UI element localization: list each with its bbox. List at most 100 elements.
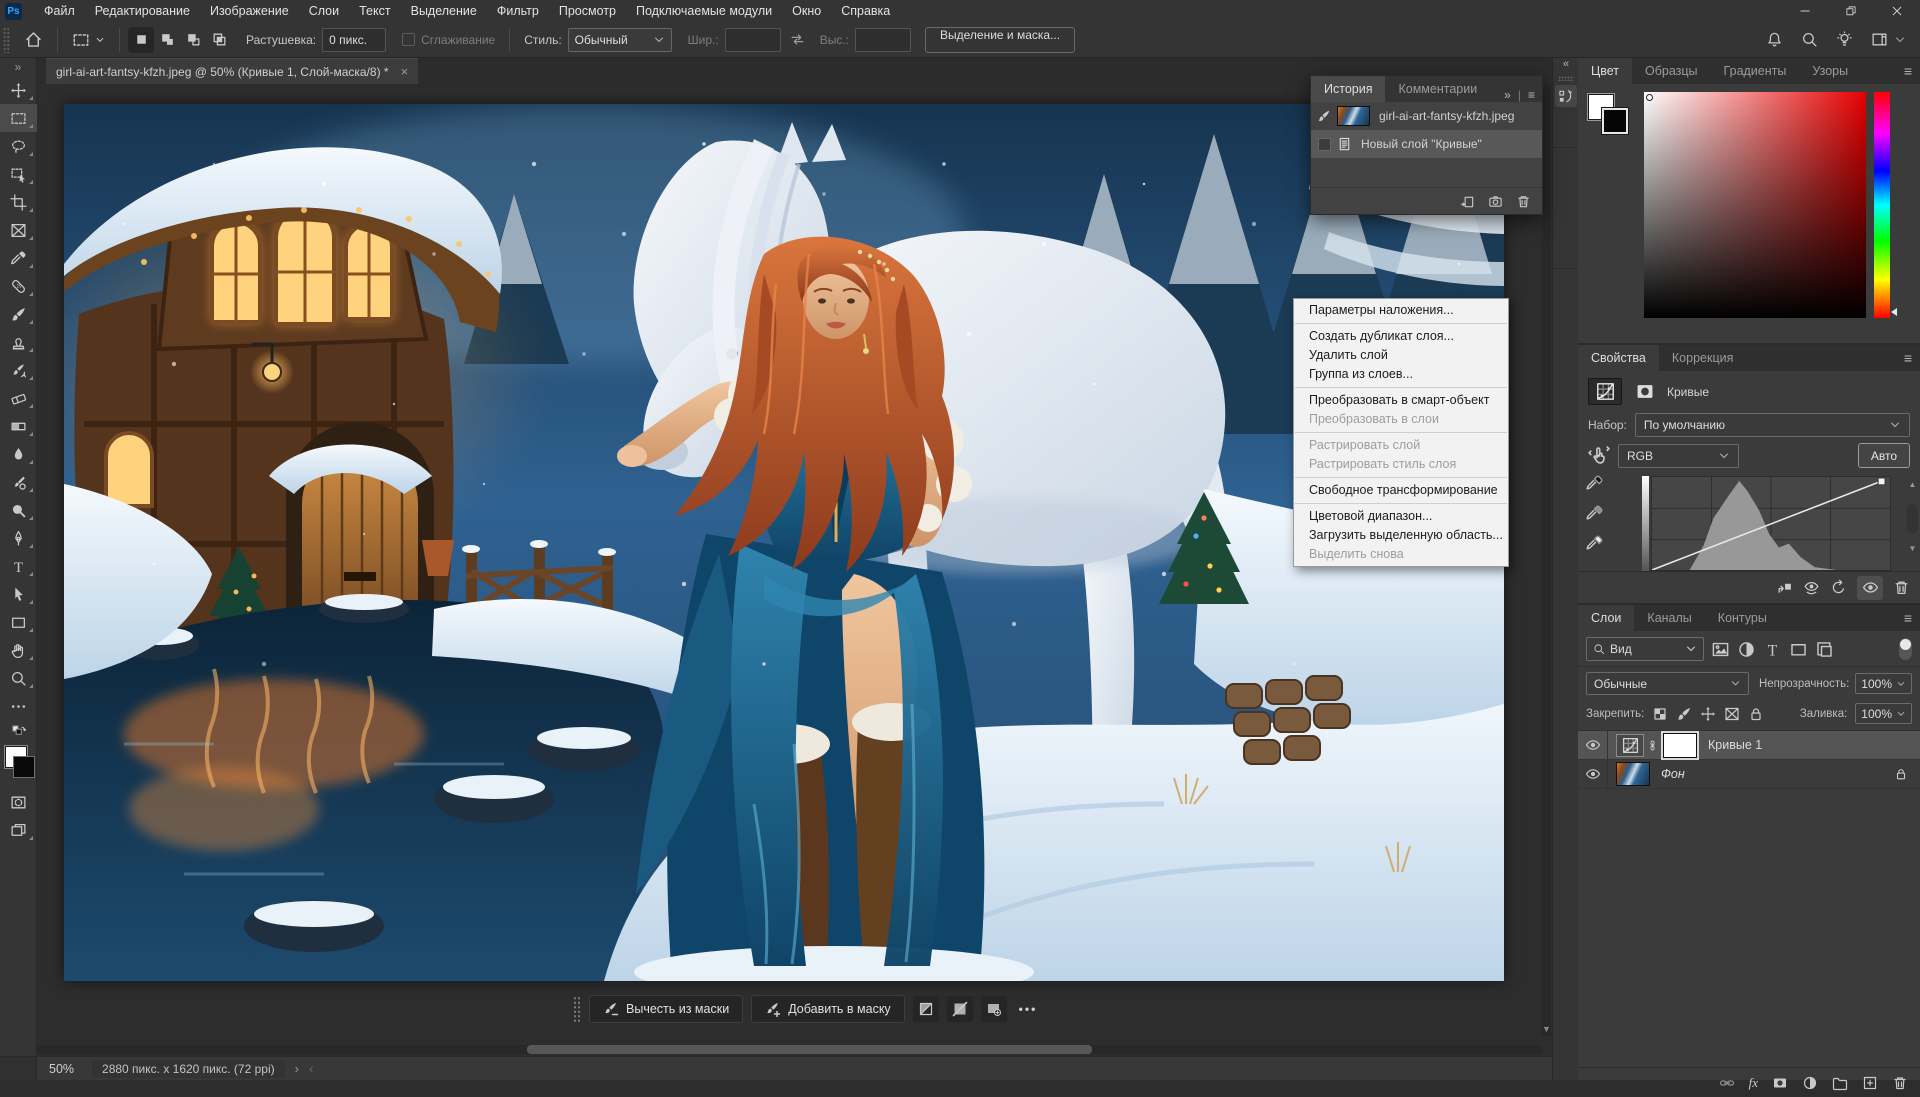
invert-mask-button[interactable] (913, 996, 939, 1022)
menu-Справка[interactable]: Справка (831, 0, 900, 22)
tab-paths[interactable]: Контуры (1705, 605, 1780, 631)
add-mask-icon[interactable] (1772, 1075, 1788, 1091)
more-tools-button[interactable] (0, 692, 37, 720)
color-picker-marker[interactable] (1646, 94, 1653, 101)
stamp-tool[interactable] (0, 328, 37, 356)
zoom-level[interactable]: 50% (49, 1062, 74, 1076)
width-input[interactable] (725, 28, 781, 52)
curves-layer-thumbnail[interactable] (1616, 734, 1644, 757)
layer-visibility-toggle[interactable] (1578, 760, 1608, 788)
layer-style-fx-icon[interactable]: fx (1749, 1075, 1758, 1091)
lock-transparency-icon[interactable] (1652, 706, 1668, 722)
tab-color[interactable]: Цвет (1578, 58, 1632, 84)
menu-Слои[interactable]: Слои (299, 0, 349, 22)
notifications-bell-icon[interactable] (1766, 31, 1783, 48)
new-group-icon[interactable] (1832, 1075, 1848, 1091)
status-chevron-left[interactable]: ‹ (309, 1061, 313, 1076)
tab-close-icon[interactable]: × (401, 64, 409, 79)
filter-toggle[interactable] (1899, 638, 1912, 660)
more-options-button[interactable]: ••• (1015, 1002, 1042, 1016)
panel-menu-icon[interactable]: ≡ (1904, 58, 1912, 84)
filter-type-layers-icon[interactable]: T (1763, 640, 1782, 659)
layer-visibility-button[interactable] (1857, 576, 1883, 600)
eraser-tool[interactable] (0, 384, 37, 412)
selection-mode-intersect[interactable] (206, 27, 232, 53)
histbrush-tool[interactable] (0, 356, 37, 384)
context-menu-item[interactable]: Свободное трансформирование (1294, 481, 1508, 500)
preset-select[interactable]: По умолчанию (1635, 413, 1910, 437)
horizontal-scrollbar[interactable] (37, 1045, 1542, 1054)
white-point-eyedropper-icon[interactable] (1585, 534, 1604, 553)
tab-history[interactable]: История (1311, 76, 1385, 102)
link-layers-icon[interactable] (1719, 1075, 1735, 1091)
context-menu-item[interactable]: Цветовой диапазон... (1294, 507, 1508, 526)
quick-mask-button[interactable] (0, 788, 37, 816)
restore-button[interactable] (1828, 0, 1874, 22)
panel-menu-icon[interactable]: ≡ (1528, 88, 1535, 102)
filter-pixel-layers-icon[interactable] (1711, 640, 1730, 659)
menu-Изображение[interactable]: Изображение (200, 0, 299, 22)
history-panel-button[interactable] (1555, 85, 1577, 107)
tab-adjustments[interactable]: Коррекция (1659, 345, 1746, 371)
black-point-eyedropper-icon[interactable] (1585, 474, 1604, 493)
fill-input[interactable]: 100% (1855, 703, 1912, 724)
menu-Просмотр[interactable]: Просмотр (549, 0, 626, 22)
menu-Файл[interactable]: Файл (34, 0, 85, 22)
layer-visibility-toggle[interactable] (1578, 731, 1608, 759)
filter-smart-objects-icon[interactable] (1815, 640, 1834, 659)
tab-patterns[interactable]: Узоры (1799, 58, 1861, 84)
collapse-dock-button[interactable]: « (1553, 58, 1578, 74)
workspace-switcher[interactable] (1871, 31, 1906, 48)
delete-layer-icon[interactable] (1892, 1075, 1908, 1091)
move-tool[interactable] (0, 76, 37, 104)
mask-properties-button[interactable] (1630, 379, 1659, 404)
search-icon[interactable] (1801, 31, 1818, 48)
zoomtool-tool[interactable] (0, 664, 37, 692)
panel-collapse-icon[interactable]: » (1504, 88, 1511, 102)
hue-slider-marker[interactable] (1891, 308, 1897, 316)
tab-properties[interactable]: Свойства (1578, 345, 1659, 371)
blur-tool[interactable] (0, 440, 37, 468)
scroll-down-arrow[interactable]: ▼ (1542, 1024, 1551, 1034)
hscroll-thumb[interactable] (527, 1045, 1092, 1054)
curves-plot[interactable] (1651, 476, 1891, 571)
history-brush-source-icon[interactable] (1317, 109, 1331, 123)
crop-tool[interactable] (0, 188, 37, 216)
tab-gradients[interactable]: Градиенты (1711, 58, 1800, 84)
clip-to-layer-icon[interactable] (1776, 579, 1793, 596)
menu-Текст[interactable]: Текст (349, 0, 400, 22)
blend-mode-select[interactable]: Обычные (1586, 672, 1749, 695)
lasso-tool[interactable] (0, 132, 37, 160)
menu-Подключаемые модули[interactable]: Подключаемые модули (626, 0, 782, 22)
pen-tool[interactable] (0, 524, 37, 552)
heal-tool[interactable] (0, 272, 37, 300)
context-menu-item[interactable]: Преобразовать в смарт-объект (1294, 391, 1508, 410)
new-document-from-state-icon[interactable] (1460, 194, 1475, 209)
screen-mode-button[interactable] (0, 816, 37, 844)
subtract-from-mask-button[interactable]: Вычесть из маски (589, 995, 743, 1023)
feather-input[interactable]: 0 пикс. (322, 28, 386, 52)
background-color-swatch[interactable] (1602, 108, 1628, 134)
panel-menu-icon[interactable]: ≡ (1904, 345, 1912, 371)
context-menu-item[interactable]: Группа из слоев... (1294, 365, 1508, 384)
history-state-row[interactable]: Новый слой "Кривые" (1311, 130, 1542, 158)
tab-swatches[interactable]: Образцы (1632, 58, 1711, 84)
marquee-tool[interactable] (0, 104, 37, 132)
opacity-input[interactable]: 100% (1855, 673, 1912, 694)
filter-adjustment-layers-icon[interactable] (1737, 640, 1756, 659)
properties-scrollbar[interactable]: ▲ ▼ (1907, 504, 1918, 533)
context-menu-item[interactable]: Загрузить выделенную область... (1294, 526, 1508, 545)
new-snapshot-icon[interactable] (1488, 194, 1503, 209)
eyedropper-tool[interactable] (0, 244, 37, 272)
shaperect-tool[interactable] (0, 608, 37, 636)
menu-Выделение[interactable]: Выделение (401, 0, 487, 22)
new-adjustment-layer-icon[interactable] (1802, 1075, 1818, 1091)
options-grip[interactable] (3, 27, 10, 53)
delete-state-icon[interactable] (1516, 194, 1531, 209)
curves-settings-button[interactable] (1588, 378, 1622, 405)
selection-mode-new[interactable] (128, 27, 154, 53)
context-menu-item[interactable]: Удалить слой (1294, 346, 1508, 365)
objselect-tool[interactable] (0, 160, 37, 188)
scroll-down-arrow[interactable]: ▼ (1907, 544, 1918, 553)
filter-shape-layers-icon[interactable] (1789, 640, 1808, 659)
